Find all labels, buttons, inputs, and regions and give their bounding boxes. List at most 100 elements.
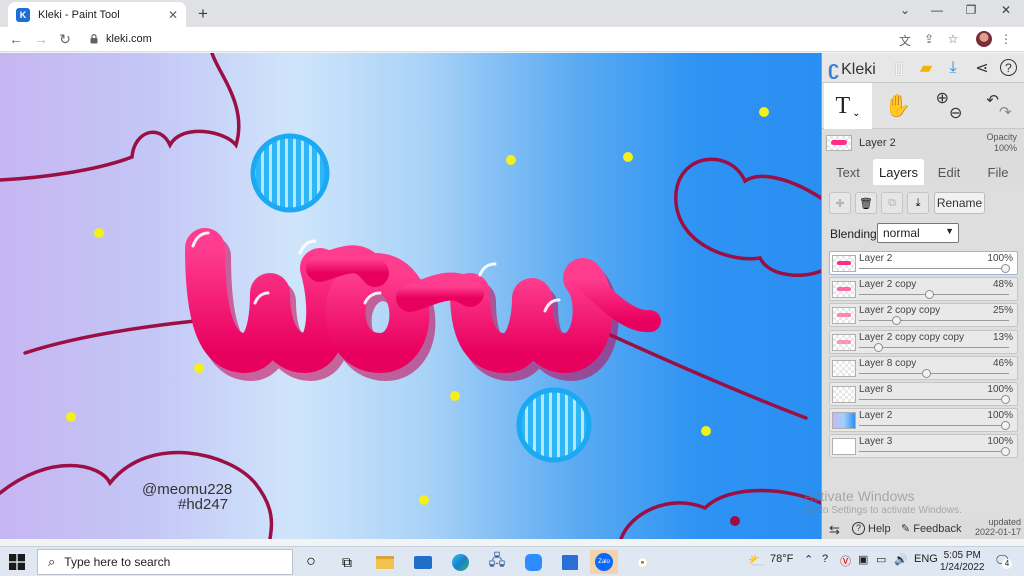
- download-icon[interactable]: ⤓: [943, 58, 963, 78]
- redo-icon[interactable]: ↷: [999, 103, 1012, 121]
- layer-row[interactable]: Layer 2 copy copy copy 13%: [829, 329, 1018, 354]
- layer-opacity-slider-handle[interactable]: [891, 316, 901, 326]
- hand-tool-button[interactable]: ✋: [878, 83, 918, 129]
- address-bar[interactable]: kleki.com: [106, 33, 152, 45]
- clock-time: 5:05 PM: [943, 550, 981, 561]
- undo-icon[interactable]: ↶: [986, 91, 999, 109]
- layer-opacity-slider-handle[interactable]: [925, 290, 935, 300]
- volume-icon[interactable]: 🔊: [894, 553, 908, 566]
- watermark-subtitle: Go to Settings to activate Windows.: [804, 505, 962, 516]
- layer-opacity-slider-handle[interactable]: [922, 368, 932, 378]
- antivirus-icon[interactable]: Ⓥ: [840, 553, 851, 569]
- layer-opacity-slider[interactable]: [859, 451, 1009, 453]
- taskbar-search-box[interactable]: ⌕ Type here to search: [37, 549, 293, 575]
- zoom-app-icon[interactable]: [519, 550, 547, 574]
- layer-row[interactable]: Layer 2 copy 48%: [829, 277, 1018, 302]
- kleki-logo-icon: ʗ: [828, 58, 840, 80]
- windows-start-icon[interactable]: [9, 554, 25, 570]
- layer-row[interactable]: Layer 8 100%: [829, 382, 1018, 406]
- layer-opacity-slider[interactable]: [859, 399, 1009, 400]
- close-window-button[interactable]: ✕: [996, 3, 1016, 17]
- layer-row[interactable]: Layer 8 copy 46%: [829, 355, 1018, 380]
- layer-row[interactable]: Layer 3 100%: [829, 434, 1018, 459]
- zoom-out-icon[interactable]: ⊖: [949, 103, 962, 123]
- restore-button[interactable]: ❐: [961, 3, 981, 17]
- layer-opacity-slider-handle[interactable]: [1001, 421, 1010, 431]
- tray-app-icon[interactable]: ▣: [858, 553, 868, 566]
- layer-opacity-slider[interactable]: [859, 320, 1009, 322]
- panel-tabs: Text Layers Edit File: [822, 157, 1024, 185]
- layer-opacity-slider[interactable]: [859, 268, 1009, 269]
- network-icon[interactable]: ▭: [876, 553, 886, 566]
- tab-search-chevron-icon[interactable]: ⌄: [895, 3, 915, 17]
- menu-kebab-icon[interactable]: ⋮: [998, 32, 1014, 46]
- swoosh-left: [23, 319, 197, 355]
- updated-info: updated 2022-01-17: [975, 517, 1021, 537]
- delete-layer-trash-icon[interactable]: 🗑: [855, 192, 877, 214]
- task-view-icon[interactable]: ⧉: [333, 550, 361, 574]
- tab-edit[interactable]: Edit: [925, 159, 973, 185]
- layer-row[interactable]: Layer 2 100%: [829, 408, 1018, 433]
- chevron-down-icon: ▼: [945, 226, 954, 236]
- bookmark-star-icon[interactable]: ☆: [945, 32, 961, 46]
- help-tray-icon[interactable]: ?: [822, 553, 828, 565]
- add-layer-button[interactable]: ✚: [829, 192, 851, 214]
- language-indicator[interactable]: ENG: [914, 553, 938, 565]
- new-image-icon[interactable]: ▯: [889, 58, 909, 78]
- layer-opacity-slider-handle[interactable]: [873, 342, 883, 352]
- layer-opacity-slider-handle[interactable]: [1001, 395, 1010, 404]
- mail-icon[interactable]: [409, 550, 437, 574]
- new-tab-button[interactable]: +: [194, 4, 212, 24]
- layer-opacity-slider-handle[interactable]: [1001, 264, 1010, 273]
- rename-button[interactable]: Rename: [934, 192, 985, 214]
- current-layer-header: Layer 2 Opacity 100%: [822, 129, 1024, 157]
- duplicate-layer-icon[interactable]: ⧉: [881, 192, 903, 214]
- open-folder-icon[interactable]: ▰: [916, 58, 936, 78]
- close-tab-icon[interactable]: ✕: [166, 8, 180, 22]
- layer-opacity-slider[interactable]: [859, 425, 1009, 427]
- credit-hashtag: #hd247: [178, 496, 229, 513]
- swap-icon[interactable]: ⇆: [829, 522, 840, 538]
- tab-text[interactable]: Text: [824, 159, 872, 185]
- merge-down-icon[interactable]: ⤓: [907, 192, 929, 214]
- browser-tab[interactable]: K Kleki - Paint Tool ✕: [8, 2, 186, 27]
- chevron-down-icon[interactable]: ⌄: [852, 108, 860, 119]
- chevron-up-icon[interactable]: ⌃: [804, 553, 813, 566]
- reload-button[interactable]: ↻: [56, 31, 74, 48]
- edge-icon[interactable]: [446, 550, 474, 574]
- layer-opacity-slider-handle[interactable]: [1001, 447, 1010, 457]
- layer-row[interactable]: Layer 2 100%: [829, 251, 1018, 275]
- help-link[interactable]: ? Help: [852, 522, 891, 535]
- layer-row[interactable]: Layer 2 copy copy 25%: [829, 303, 1018, 328]
- hand-icon: ✋: [884, 93, 912, 118]
- tab-file[interactable]: File: [974, 159, 1022, 185]
- share-icon[interactable]: ⇪: [921, 32, 937, 46]
- kleki-logo[interactable]: ʗ Kleki: [828, 58, 876, 81]
- feedback-link[interactable]: ✎ Feedback: [901, 522, 962, 536]
- share-icon[interactable]: ⋖: [972, 58, 992, 78]
- search-icon: ⌕: [48, 554, 56, 569]
- drawing-canvas[interactable]: @meomu228 #hd247: [0, 53, 821, 539]
- help-icon[interactable]: ?: [1000, 59, 1017, 76]
- minimize-button[interactable]: —: [927, 3, 947, 17]
- profile-avatar[interactable]: [976, 31, 992, 47]
- store-icon[interactable]: [556, 550, 584, 574]
- file-explorer-icon[interactable]: [371, 550, 399, 574]
- translate-icon[interactable]: 文: [897, 32, 913, 49]
- panel-footer: ⇆ ? Help ✎ Feedback updated 2022-01-17: [822, 517, 1024, 539]
- chrome-icon[interactable]: [628, 550, 656, 574]
- text-tool-button[interactable]: T ⌄: [824, 83, 872, 129]
- weather-temperature[interactable]: 78°F: [770, 553, 793, 565]
- back-button[interactable]: ←: [7, 31, 25, 47]
- forward-button[interactable]: →: [32, 31, 50, 47]
- blending-label: Blending: [830, 227, 877, 241]
- blending-mode-select[interactable]: normal ▼: [877, 223, 959, 243]
- layer-opacity-slider[interactable]: [859, 372, 1009, 374]
- taskbar-clock[interactable]: 5:05 PM 1/24/2022: [940, 550, 985, 574]
- zoom-in-icon[interactable]: ⊕: [936, 88, 949, 108]
- network-app-icon[interactable]: 🖧: [483, 550, 511, 574]
- tab-layers[interactable]: Layers: [873, 159, 924, 185]
- kleki-side-panel: ʗ Kleki ▯ ▰ ⤓ ⋖ ? T ⌄ ✋ ⊕ ⊖ ↶ ↷ Layer 2 …: [821, 53, 1024, 539]
- zalo-icon[interactable]: Zalo: [590, 550, 618, 574]
- cortana-icon[interactable]: ○: [297, 550, 325, 574]
